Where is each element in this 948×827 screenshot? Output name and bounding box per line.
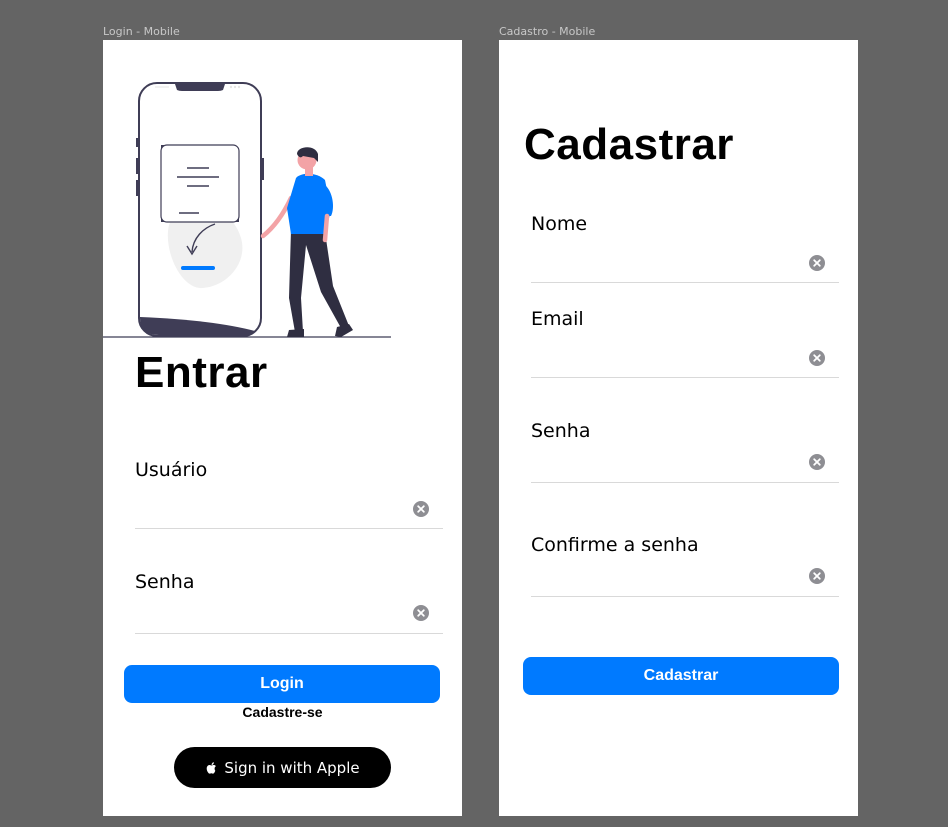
username-label: Usuário (135, 459, 208, 481)
sign-in-with-apple-button[interactable]: Sign in with Apple (174, 747, 391, 788)
name-underline (531, 282, 839, 283)
password-label: Senha (531, 420, 591, 442)
clear-confirm-password-icon[interactable] (809, 568, 825, 584)
login-button[interactable]: Login (124, 665, 440, 703)
name-input[interactable] (531, 251, 801, 275)
login-frame-label: Login - Mobile (103, 25, 180, 38)
clear-password-icon[interactable] (809, 454, 825, 470)
password-label: Senha (135, 571, 195, 593)
phone-login-illustration (103, 82, 391, 338)
password-input[interactable] (531, 451, 801, 475)
confirm-password-underline (531, 596, 839, 597)
password-underline (135, 633, 443, 634)
page-title: Entrar (135, 348, 268, 397)
name-label: Nome (531, 213, 588, 235)
register-screen: Cadastrar Nome Email Senha Confirme a se… (499, 40, 858, 816)
email-label: Email (531, 308, 584, 330)
username-underline (135, 528, 443, 529)
register-frame-label: Cadastro - Mobile (499, 25, 596, 38)
register-button[interactable]: Cadastrar (523, 657, 839, 695)
clear-password-icon[interactable] (413, 605, 429, 621)
clear-username-icon[interactable] (413, 501, 429, 517)
email-underline (531, 377, 839, 378)
signup-link[interactable]: Cadastre-se (193, 704, 372, 720)
clear-email-icon[interactable] (809, 350, 825, 366)
password-underline (531, 482, 839, 483)
clear-name-icon[interactable] (809, 255, 825, 271)
username-input[interactable] (135, 497, 405, 521)
email-input[interactable] (531, 346, 801, 370)
confirm-password-label: Confirme a senha (531, 534, 699, 556)
password-input[interactable] (135, 602, 405, 626)
apple-button-label: Sign in with Apple (224, 758, 360, 777)
confirm-password-input[interactable] (531, 565, 801, 589)
login-screen: Entrar Usuário Senha Login Cadastre-se S… (103, 40, 462, 816)
apple-logo-icon (207, 761, 217, 774)
page-title: Cadastrar (524, 120, 734, 169)
